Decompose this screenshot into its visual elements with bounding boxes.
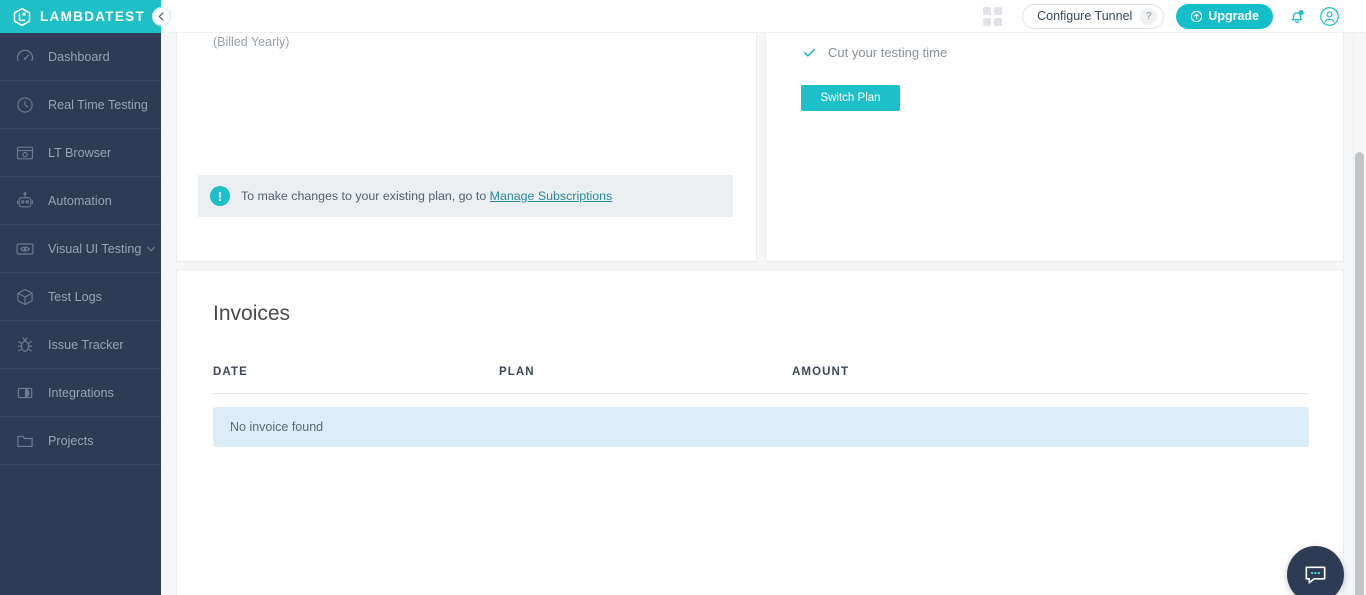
sidebar-item-issue-tracker[interactable]: Issue Tracker (0, 321, 161, 369)
invoices-table-header: DATE PLAN AMOUNT (213, 366, 1309, 394)
chevron-down-icon[interactable] (146, 244, 156, 254)
grid-cell (994, 18, 1002, 26)
sidebar-item-label: Real Time Testing (48, 98, 148, 112)
eye-screen-icon (14, 238, 36, 260)
brand-name: LAMBDATEST (40, 9, 145, 24)
sidebar-item-label: Projects (48, 434, 94, 448)
notice-text: To make changes to your existing plan, g… (241, 189, 612, 203)
invoices-panel: Invoices DATE PLAN AMOUNT No invoice fou… (176, 269, 1344, 595)
box-icon (14, 286, 36, 308)
manage-subscriptions-link[interactable]: Manage Subscriptions (490, 189, 613, 203)
feature-item: Cut your testing time (802, 45, 947, 60)
sidebar-item-label: Dashboard (48, 50, 110, 64)
chat-bubble-icon[interactable] (1287, 546, 1344, 595)
sidebar-item-projects[interactable]: Projects (0, 417, 161, 465)
sidebar-item-label: Integrations (48, 386, 114, 400)
sidebar-item-lt-browser[interactable]: LT Browser (0, 129, 161, 177)
billed-cycle-label: (Billed Yearly) (213, 35, 289, 49)
page-scrollbar-thumb[interactable] (1355, 152, 1364, 595)
column-header-plan: PLAN (499, 366, 792, 378)
switch-plan-button[interactable]: Switch Plan (801, 85, 900, 111)
column-header-amount: AMOUNT (792, 366, 1309, 378)
manage-subscription-notice: ! To make changes to your existing plan,… (198, 175, 733, 217)
invoices-title: Invoices (213, 302, 290, 326)
speedometer-icon (14, 46, 36, 68)
user-avatar-icon[interactable] (1319, 6, 1340, 27)
current-plan-card: (Billed Yearly) ! To make changes to you… (176, 33, 757, 262)
invoices-empty-state: No invoice found (213, 407, 1309, 447)
sidebar-item-dashboard[interactable]: Dashboard (0, 33, 161, 81)
empty-state-message: No invoice found (230, 420, 323, 434)
bug-icon (14, 334, 36, 356)
robot-icon (14, 190, 36, 212)
sidebar-item-label: Test Logs (48, 290, 102, 304)
sidebar-nav: Dashboard Real Time Testing LT Browser (0, 33, 161, 465)
grid-cell (983, 7, 991, 15)
app-root: LAMBDATEST Dashboard Real (0, 0, 1366, 595)
grid-cell (994, 7, 1002, 15)
sidebar: LAMBDATEST Dashboard Real (0, 0, 161, 595)
clock-icon (14, 94, 36, 116)
app-grid-icon[interactable] (983, 7, 1002, 26)
sidebar-item-label: Automation (48, 194, 112, 208)
column-header-date: DATE (213, 366, 499, 378)
notification-bell-icon[interactable] (1287, 6, 1307, 26)
upgrade-plan-card: Cut your testing time Switch Plan (765, 33, 1344, 262)
upgrade-button[interactable]: Upgrade (1176, 4, 1273, 29)
feature-label: Cut your testing time (828, 45, 947, 60)
grid-cell (983, 18, 991, 26)
browser-window-icon (14, 142, 36, 164)
brand-header: LAMBDATEST (0, 0, 161, 33)
lambdatest-logo-icon (12, 7, 32, 27)
main-content: (Billed Yearly) ! To make changes to you… (161, 33, 1366, 595)
arrow-up-circle-icon (1190, 10, 1203, 23)
sidebar-item-test-logs[interactable]: Test Logs (0, 273, 161, 321)
sidebar-collapse-button[interactable] (152, 7, 171, 26)
folder-icon (14, 430, 36, 452)
sidebar-item-label: Visual UI Testing (48, 242, 141, 256)
info-icon: ! (210, 186, 230, 206)
configure-tunnel-button[interactable]: Configure Tunnel ? (1022, 4, 1164, 29)
configure-tunnel-label: Configure Tunnel (1037, 9, 1132, 23)
help-icon[interactable]: ? (1140, 8, 1157, 25)
sidebar-item-visual-ui-testing[interactable]: Visual UI Testing (0, 225, 161, 273)
top-bar: Configure Tunnel ? Upgrade (161, 0, 1366, 33)
sidebar-item-automation[interactable]: Automation (0, 177, 161, 225)
upgrade-label: Upgrade (1208, 9, 1259, 23)
sidebar-item-label: Issue Tracker (48, 338, 124, 352)
sidebar-item-label: LT Browser (48, 146, 111, 160)
invoices-table: DATE PLAN AMOUNT No invoice found (213, 366, 1309, 447)
sidebar-item-real-time-testing[interactable]: Real Time Testing (0, 81, 161, 129)
puzzle-contrast-icon (14, 382, 36, 404)
check-icon (802, 45, 817, 60)
plan-cards-row: (Billed Yearly) ! To make changes to you… (176, 33, 1344, 262)
sidebar-item-integrations[interactable]: Integrations (0, 369, 161, 417)
